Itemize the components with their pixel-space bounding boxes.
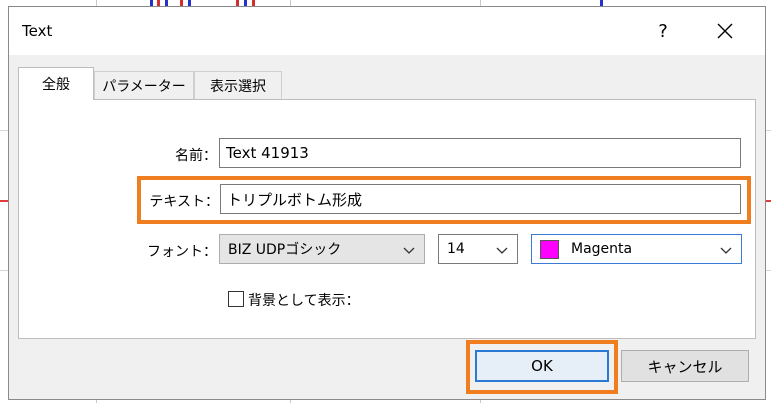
tab-general[interactable]: 全般	[18, 67, 94, 100]
cancel-button[interactable]: キャンセル	[621, 350, 749, 382]
ok-label: OK	[531, 357, 553, 375]
background-label: 背景として表示：	[248, 293, 360, 309]
tab-label: パラメーター	[102, 78, 186, 95]
ok-button[interactable]: OK	[475, 350, 609, 382]
text-properties-dialog: Text ? 全般 パラメーター 表示選択 名前： Text 41913 テキス…	[8, 6, 766, 400]
name-input[interactable]: Text 41913	[219, 138, 741, 168]
title-bar[interactable]: Text ?	[9, 7, 765, 55]
close-icon	[717, 23, 733, 39]
dialog-title: Text	[22, 22, 53, 40]
close-button[interactable]	[707, 16, 743, 46]
background-checkbox[interactable]	[228, 291, 244, 307]
font-size-value: 14	[447, 241, 465, 257]
chevron-down-icon	[496, 247, 508, 254]
tab-visibility[interactable]: 表示選択	[194, 71, 282, 99]
color-swatch	[540, 239, 559, 259]
font-family-select[interactable]: BIZ UDPゴシック	[219, 234, 425, 264]
chevron-down-icon	[720, 247, 732, 254]
tab-parameters[interactable]: パラメーター	[94, 71, 194, 99]
cancel-label: キャンセル	[647, 357, 723, 376]
font-label: フォント：	[147, 244, 217, 260]
general-tab-panel: 名前： Text 41913 テキスト： トリプルボトム形成 フォント： BIZ…	[18, 99, 756, 339]
text-label: テキスト：	[149, 194, 219, 210]
chevron-down-icon	[403, 247, 415, 254]
tab-label: 表示選択	[210, 78, 266, 95]
font-family-value: BIZ UDPゴシック	[228, 242, 342, 258]
name-value: Text 41913	[226, 144, 309, 162]
text-value: トリプルボトム形成	[227, 190, 363, 209]
help-button[interactable]: ?	[649, 16, 677, 46]
color-name: Magenta	[571, 241, 633, 257]
font-size-select[interactable]: 14	[438, 234, 518, 264]
text-input[interactable]: トリプルボトム形成	[220, 184, 741, 214]
help-glyph: ?	[658, 20, 668, 42]
name-label: 名前：	[175, 148, 217, 164]
tab-label: 全般	[42, 77, 70, 93]
color-select[interactable]: Magenta	[531, 234, 742, 264]
